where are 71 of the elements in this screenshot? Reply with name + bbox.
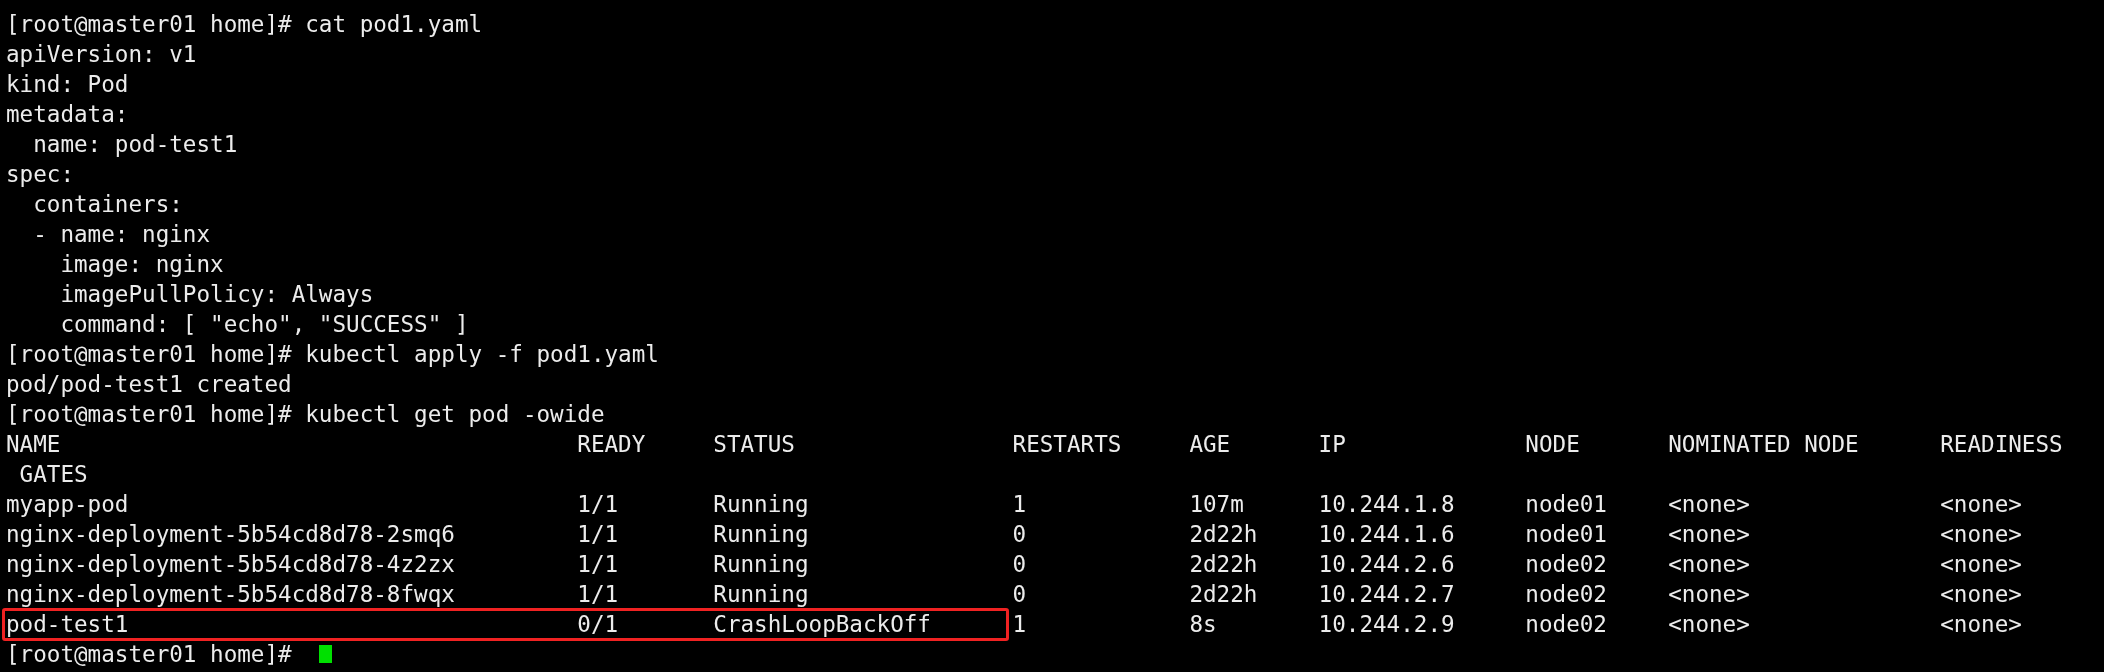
terminal-line: - name: nginx	[32, 221, 211, 247]
table-cell: <none>	[1668, 581, 1750, 607]
table-cell: 10.244.2.9	[1318, 611, 1455, 637]
column-header: NAME	[6, 431, 61, 457]
table-cell: 10.244.2.6	[1318, 551, 1455, 577]
table-cell: 107m	[1189, 491, 1244, 517]
table-cell: Running	[713, 581, 809, 607]
table-cell: node02	[1525, 581, 1607, 607]
table-cell: 10.244.1.6	[1318, 521, 1455, 547]
table-cell: 10.244.2.7	[1318, 581, 1455, 607]
column-header: READINESS	[1940, 431, 2063, 457]
terminal-line: imagePullPolicy: Always	[59, 281, 374, 307]
table-cell: <none>	[1668, 521, 1750, 547]
terminal-line: metadata:	[6, 101, 129, 127]
column-header: STATUS	[713, 431, 795, 457]
column-header: GATES	[19, 461, 88, 487]
table-cell: <none>	[1940, 491, 2022, 517]
table-cell: 1	[1012, 491, 1027, 517]
column-header: NODE	[1525, 431, 1580, 457]
table-cell: 8s	[1189, 611, 1217, 637]
terminal-line: apiVersion: v1	[6, 41, 197, 67]
table-cell: 1	[1012, 611, 1027, 637]
table-cell: Running	[713, 491, 809, 517]
table-cell: node02	[1525, 611, 1607, 637]
table-cell: 1/1	[577, 551, 619, 577]
table-cell: <none>	[1940, 551, 2022, 577]
terminal-line: [root@master01 home]# cat pod1.yaml	[6, 11, 483, 37]
terminal-line: command: [ "echo", "SUCCESS" ]	[59, 311, 469, 337]
table-cell: nginx-deployment-5b54cd8d78-4z2zx	[6, 551, 455, 577]
table-cell: <none>	[1940, 581, 2022, 607]
table-cell: nginx-deployment-5b54cd8d78-2smq6	[6, 521, 455, 547]
table-cell: 2d22h	[1189, 581, 1258, 607]
table-cell: 10.244.1.8	[1318, 491, 1455, 517]
terminal-line: kind: Pod	[6, 71, 129, 97]
table-cell: Running	[713, 521, 809, 547]
table-cell: myapp-pod	[6, 491, 129, 517]
table-cell: 0/1	[577, 611, 619, 637]
terminal-line: [root@master01 home]# kubectl apply -f pod1.yaml	[6, 341, 659, 367]
table-cell: <none>	[1940, 521, 2022, 547]
table-cell: node02	[1525, 551, 1607, 577]
column-header: NOMINATED NODE	[1668, 431, 1859, 457]
column-header: AGE	[1189, 431, 1231, 457]
command-prompt: [root@master01 home]#	[6, 640, 293, 669]
cursor-icon	[318, 645, 332, 663]
table-cell: Running	[713, 551, 809, 577]
column-header: IP	[1318, 431, 1346, 457]
terminal-line: image: nginx	[59, 251, 224, 277]
table-cell: pod-test1	[6, 611, 129, 637]
table-cell: 0	[1012, 551, 1027, 577]
table-cell: CrashLoopBackOff	[713, 611, 931, 637]
table-cell: 0	[1012, 521, 1027, 547]
table-cell: <none>	[1668, 611, 1750, 637]
column-header: RESTARTS	[1012, 431, 1122, 457]
terminal-line: pod/pod-test1 created	[6, 371, 292, 397]
terminal-line: spec:	[6, 161, 74, 187]
table-cell: 1/1	[577, 581, 619, 607]
table-cell: <none>	[1668, 491, 1750, 517]
table-cell: node01	[1525, 491, 1607, 517]
table-cell: <none>	[1940, 611, 2022, 637]
table-cell: <none>	[1668, 551, 1750, 577]
terminal-line: [root@master01 home]# kubectl get pod -owide	[6, 401, 605, 427]
column-header: READY	[577, 431, 646, 457]
terminal-line: containers:	[32, 191, 183, 217]
table-cell: 0	[1012, 581, 1027, 607]
table-cell: 1/1	[577, 521, 619, 547]
table-cell: node01	[1525, 521, 1607, 547]
table-cell: 2d22h	[1189, 521, 1258, 547]
table-cell: 1/1	[577, 491, 619, 517]
table-cell: nginx-deployment-5b54cd8d78-8fwqx	[6, 581, 455, 607]
table-cell: 2d22h	[1189, 551, 1258, 577]
terminal-line: name: pod-test1	[32, 131, 238, 157]
